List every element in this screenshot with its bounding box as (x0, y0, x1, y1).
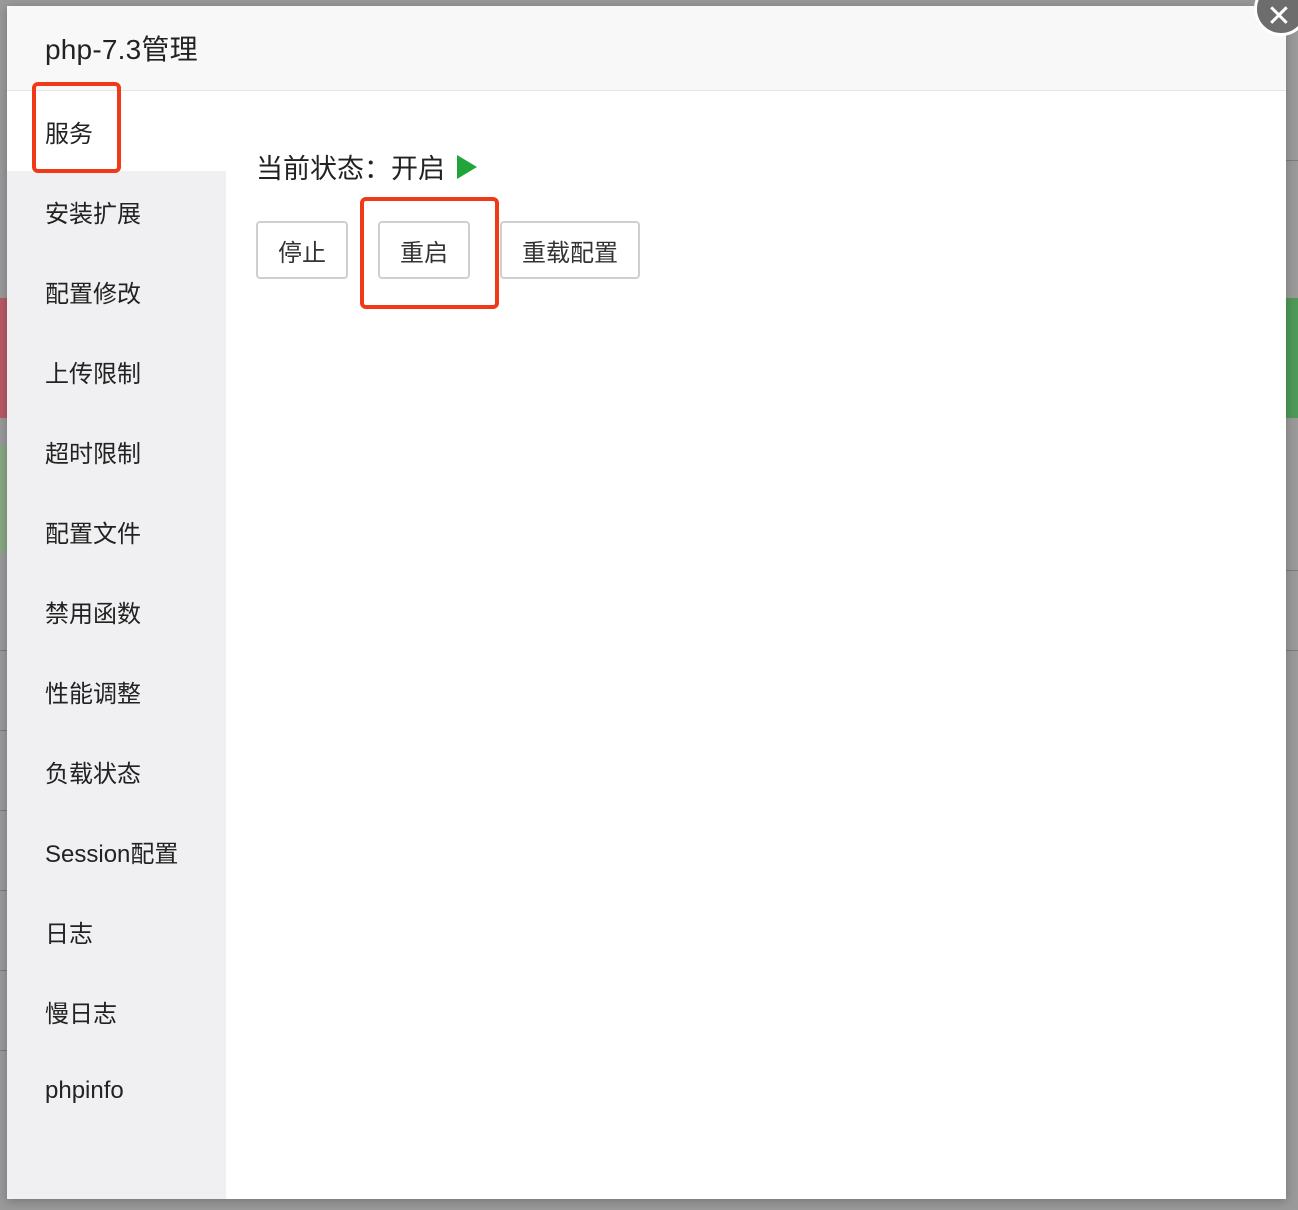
sidebar-menu: 服务 安装扩展 配置修改 上传限制 超时限制 配置文件 禁用函数 性能调整 负载… (7, 91, 226, 1199)
sidebar-item-install-extensions[interactable]: 安装扩展 (7, 171, 226, 251)
restart-button[interactable]: 重启 (378, 221, 470, 279)
sidebar-item-disabled-functions[interactable]: 禁用函数 (7, 571, 226, 651)
sidebar-item-service[interactable]: 服务 (7, 91, 226, 171)
sidebar-item-slow-log[interactable]: 慢日志 (7, 971, 226, 1051)
background-banner-green (1284, 298, 1298, 418)
background-divider (1284, 650, 1298, 651)
background-divider (1284, 570, 1298, 571)
service-status: 当前状态：开启 (256, 147, 477, 186)
sidebar-item-session-config[interactable]: Session配置 (7, 811, 226, 891)
stop-button[interactable]: 停止 (256, 221, 348, 279)
dialog-title: php-7.3管理 (45, 34, 198, 65)
php-manager-dialog: php-7.3管理 服务 安装扩展 配置修改 上传限制 超时限制 配置文件 禁用… (7, 6, 1286, 1199)
background-divider (1284, 160, 1298, 161)
status-text: 当前状态：开启 (256, 154, 445, 184)
sidebar-item-config-edit[interactable]: 配置修改 (7, 251, 226, 331)
sidebar-item-upload-limit[interactable]: 上传限制 (7, 331, 226, 411)
reload-config-button[interactable]: 重载配置 (500, 221, 640, 279)
sidebar-item-log[interactable]: 日志 (7, 891, 226, 971)
dialog-header: php-7.3管理 (7, 6, 1286, 91)
close-icon: ✕ (1266, 0, 1292, 34)
sidebar-item-load-status[interactable]: 负载状态 (7, 731, 226, 811)
service-panel: 当前状态：开启 停止 重启 重载配置 (226, 91, 1286, 1199)
play-icon (457, 154, 477, 179)
sidebar-item-timeout-limit[interactable]: 超时限制 (7, 411, 226, 491)
sidebar-item-config-file[interactable]: 配置文件 (7, 491, 226, 571)
sidebar-item-phpinfo[interactable]: phpinfo (7, 1051, 226, 1131)
sidebar-item-performance-tuning[interactable]: 性能调整 (7, 651, 226, 731)
